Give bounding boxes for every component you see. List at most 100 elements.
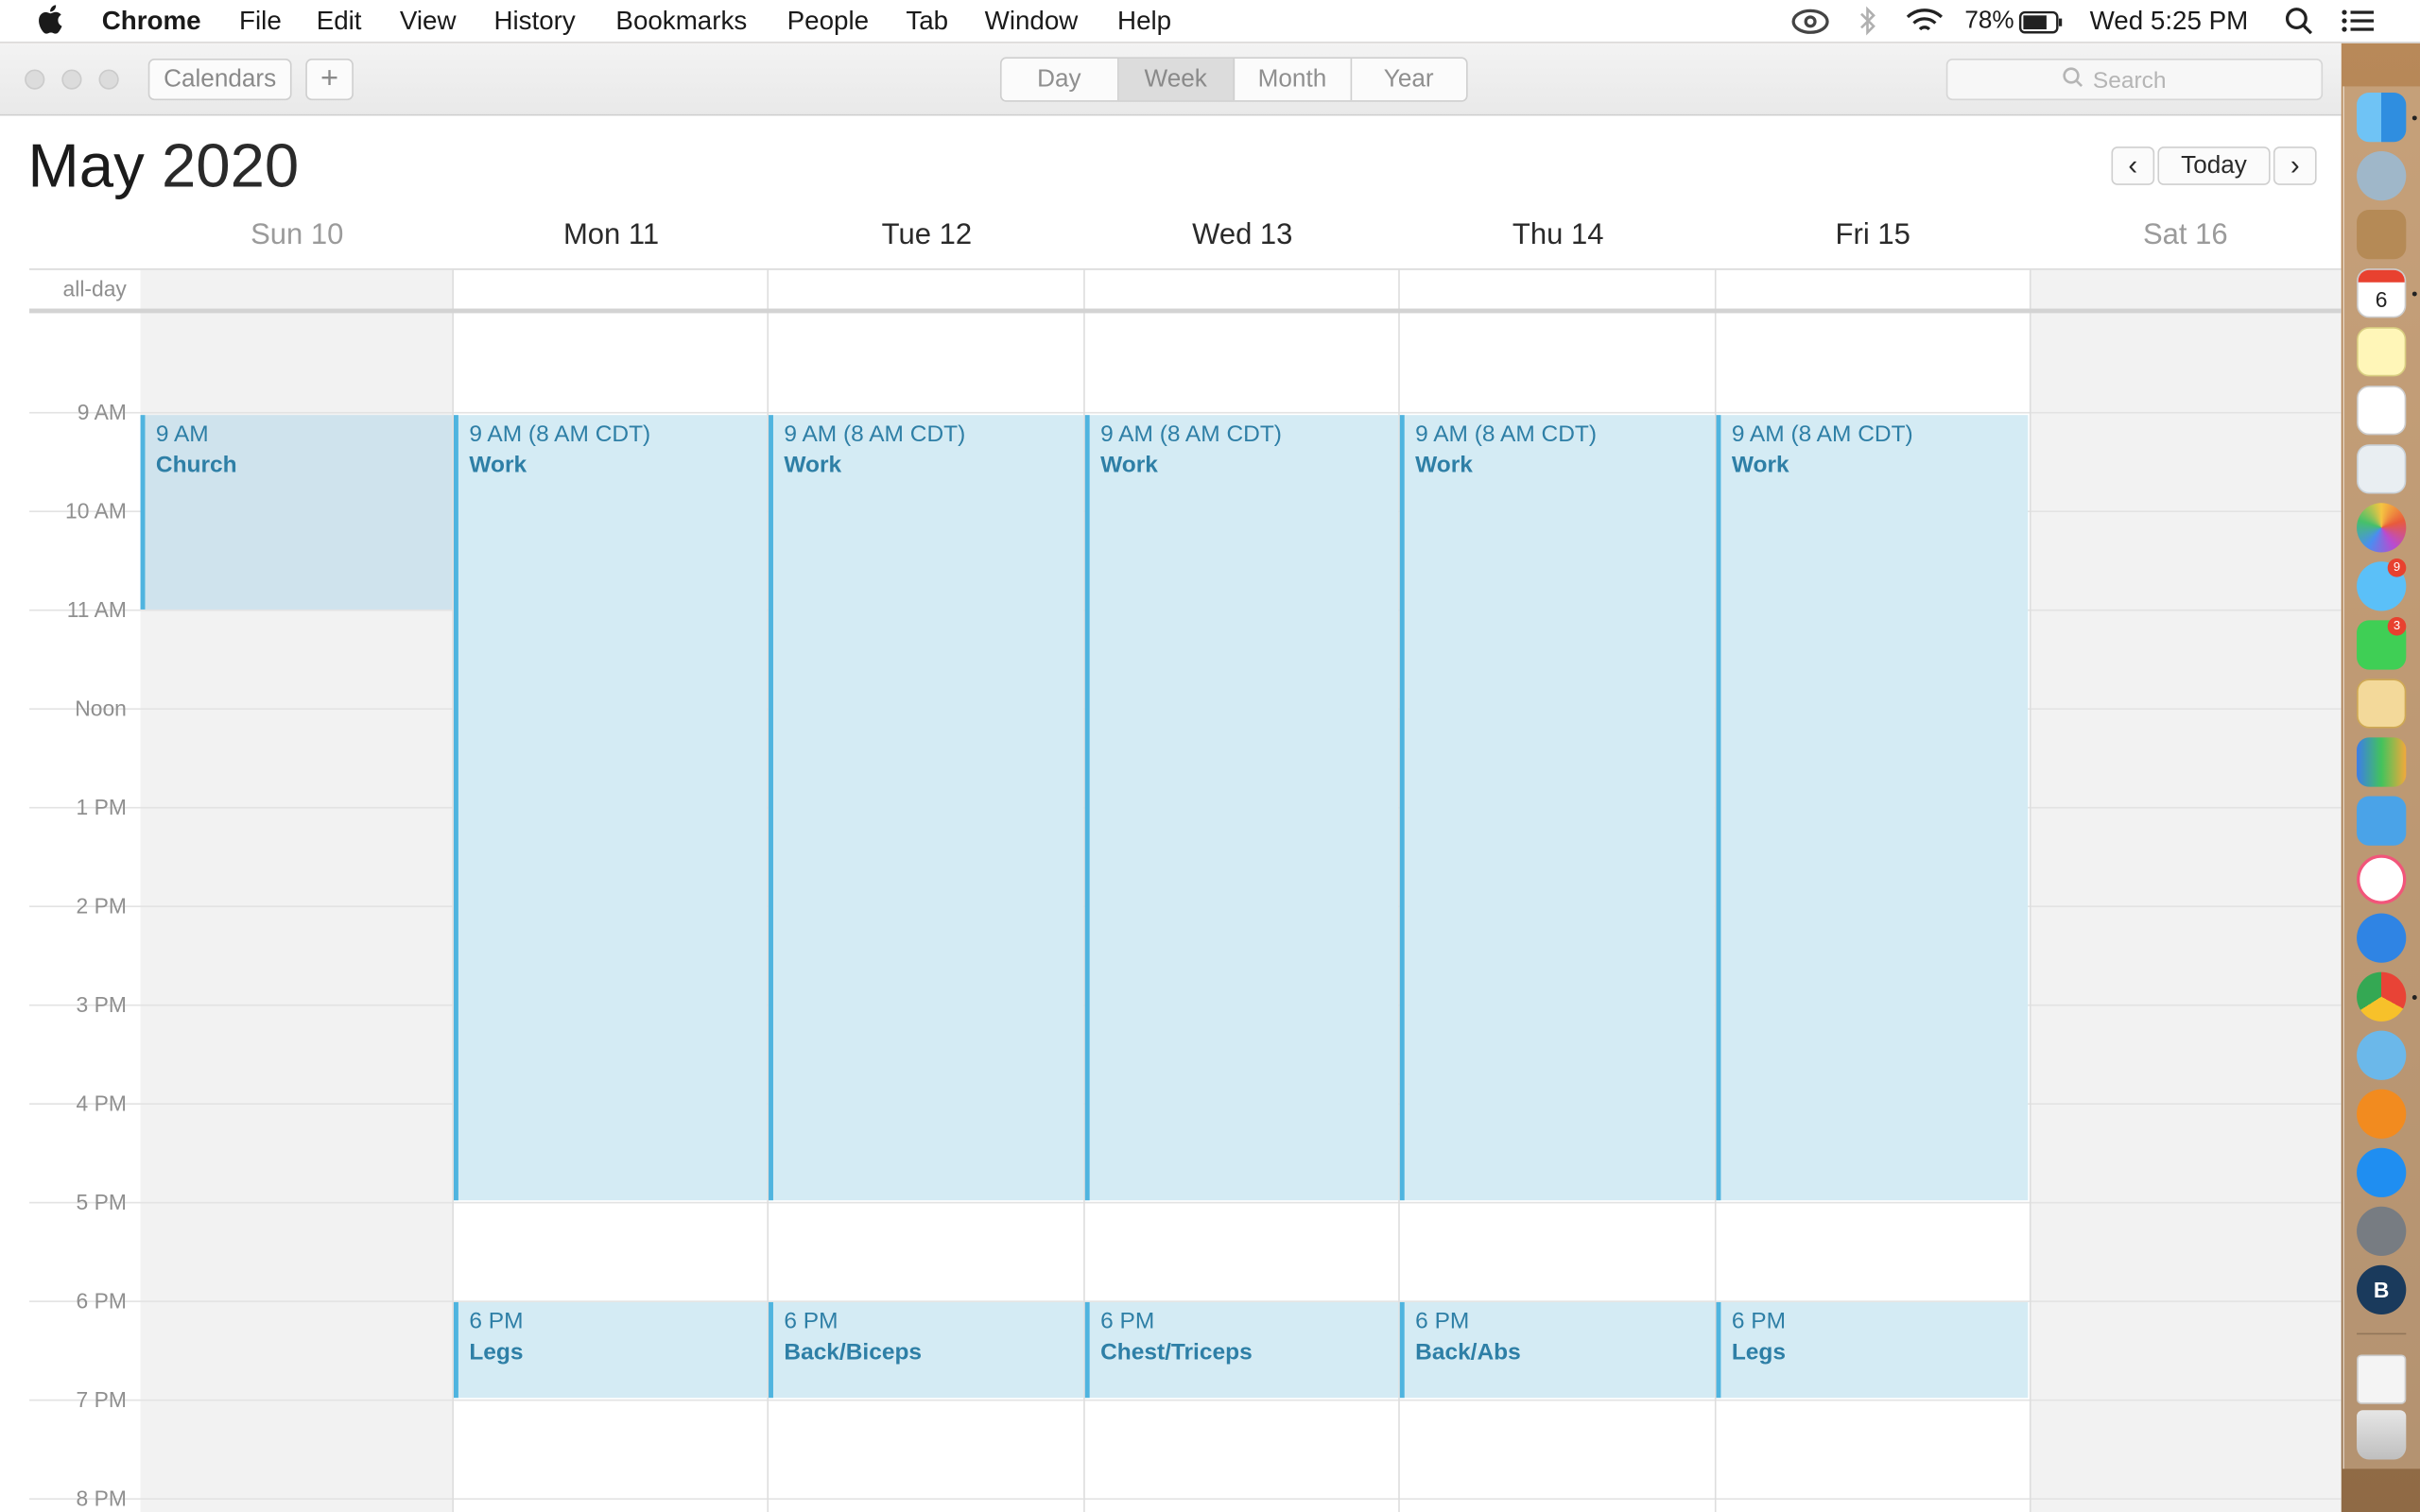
day-header-wed: Wed 13: [1192, 218, 1293, 252]
apple-menu-icon[interactable]: [37, 5, 63, 37]
safari-icon[interactable]: [2357, 913, 2407, 963]
menu-people[interactable]: People: [787, 5, 869, 37]
search-placeholder: Search: [2092, 67, 2167, 94]
battery-icon[interactable]: [2018, 9, 2066, 42]
all-day-divider: [452, 269, 454, 314]
event-time: 9 AM (8 AM CDT): [784, 421, 966, 448]
add-event-button[interactable]: +: [305, 59, 354, 101]
event-work-wed[interactable]: 9 AM (8 AM CDT) Work: [1084, 415, 1399, 1201]
all-day-divider: [1714, 269, 1717, 314]
event-work-tue[interactable]: 9 AM (8 AM CDT) Work: [769, 415, 1084, 1201]
itunes-icon[interactable]: [2357, 854, 2407, 904]
dock-divider: [2357, 1332, 2407, 1335]
notification-center-icon[interactable]: [2342, 8, 2376, 40]
spotlight-search-icon[interactable]: [2284, 7, 2313, 39]
launchpad-icon[interactable]: [2357, 150, 2407, 201]
keynote-icon[interactable]: [2357, 796, 2407, 846]
hour-label: 6 PM: [76, 1288, 127, 1314]
event-title: Work: [784, 452, 842, 479]
menu-window[interactable]: Window: [985, 5, 1079, 37]
app-store-icon[interactable]: [2357, 1147, 2407, 1197]
bluetooth-icon[interactable]: [1858, 6, 1877, 39]
search-field[interactable]: Search: [1945, 59, 2324, 101]
trash-icon[interactable]: [2357, 1410, 2407, 1460]
document-stack-icon[interactable]: [2357, 1354, 2407, 1404]
window-toolbar: Calendars + Day Week Month Year Search: [0, 43, 2342, 116]
wifi-icon[interactable]: [1905, 7, 1945, 39]
hour-line: [29, 1201, 2342, 1204]
hour-line: [29, 411, 2342, 414]
event-workout-tue[interactable]: 6 PM Back/Biceps: [769, 1301, 1084, 1399]
calendars-button[interactable]: Calendars: [147, 59, 292, 101]
event-title: Back/Biceps: [784, 1339, 923, 1366]
event-time: 9 AM (8 AM CDT): [1415, 421, 1598, 448]
tab-week[interactable]: Week: [1117, 59, 1236, 101]
menu-edit[interactable]: Edit: [317, 5, 362, 37]
hour-label: 11 AM: [66, 596, 127, 622]
event-workout-fri[interactable]: 6 PM Legs: [1716, 1301, 2029, 1399]
all-day-cell-sat[interactable]: [2029, 269, 2342, 314]
event-work-mon[interactable]: 9 AM (8 AM CDT) Work: [453, 415, 768, 1201]
facetime-badge: 3: [2387, 617, 2407, 636]
event-workout-thu[interactable]: 6 PM Back/Abs: [1399, 1301, 1715, 1399]
menu-file[interactable]: File: [239, 5, 282, 37]
event-title: Church: [155, 452, 237, 479]
menu-tab[interactable]: Tab: [906, 5, 948, 37]
zoom-window-button[interactable]: [98, 69, 119, 90]
event-title: Chest/Triceps: [1100, 1339, 1253, 1366]
chrome-icon[interactable]: [2357, 971, 2407, 1022]
finder-icon[interactable]: [2357, 92, 2407, 143]
hour-label: 8 PM: [76, 1486, 127, 1511]
calendar-window: Calendars + Day Week Month Year Search M…: [0, 43, 2342, 1512]
menu-view[interactable]: View: [400, 5, 457, 37]
menu-history[interactable]: History: [493, 5, 575, 37]
event-workout-wed[interactable]: 6 PM Chest/Triceps: [1084, 1301, 1399, 1399]
today-button[interactable]: Today: [2157, 146, 2271, 185]
menu-app-name[interactable]: Chrome: [102, 5, 201, 37]
hour-label: 9 AM: [77, 399, 127, 424]
menu-clock[interactable]: Wed 5:25 PM: [2090, 5, 2249, 37]
event-work-thu[interactable]: 9 AM (8 AM CDT) Work: [1399, 415, 1715, 1201]
tab-year[interactable]: Year: [1351, 59, 1466, 100]
all-day-cell-sun[interactable]: [140, 269, 454, 314]
preview-icon[interactable]: [2357, 444, 2407, 494]
event-title: Legs: [469, 1339, 524, 1366]
notes-icon[interactable]: [2357, 327, 2407, 377]
running-indicator: [2411, 995, 2417, 1000]
title-year: 2020: [161, 132, 300, 201]
calendar-app-icon[interactable]: 6: [2357, 268, 2407, 318]
photos-icon[interactable]: [2357, 503, 2407, 553]
reminders-icon[interactable]: [2357, 386, 2407, 436]
creative-cloud-icon[interactable]: [1790, 7, 1830, 39]
minimize-window-button[interactable]: [61, 69, 82, 90]
hour-label: 5 PM: [76, 1189, 127, 1214]
hour-label: 1 PM: [76, 794, 127, 819]
next-week-button[interactable]: ›: [2273, 146, 2317, 185]
numbers-icon[interactable]: [2357, 737, 2407, 787]
event-workout-mon[interactable]: 6 PM Legs: [453, 1301, 768, 1399]
app-b-icon[interactable]: B: [2357, 1264, 2407, 1315]
weekend-column-sat: [2029, 313, 2342, 1512]
event-work-fri[interactable]: 9 AM (8 AM CDT) Work: [1716, 415, 2029, 1201]
battery-percent: 78%: [1964, 8, 2014, 34]
menu-bookmarks[interactable]: Bookmarks: [615, 5, 747, 37]
page-title: May 2020: [27, 132, 299, 201]
hour-line: [29, 1498, 2342, 1500]
network-globe-icon[interactable]: [2357, 1030, 2407, 1080]
day-header-mon: Mon 11: [562, 218, 660, 252]
previous-week-button[interactable]: ‹: [2111, 146, 2155, 185]
day-header-sat: Sat 16: [2142, 218, 2228, 252]
contacts-icon[interactable]: [2357, 210, 2407, 260]
system-preferences-icon[interactable]: [2357, 1206, 2407, 1256]
week-time-grid[interactable]: 9 AM 10 AM 11 AM Noon 1 PM 2 PM 3 PM 4 P…: [0, 313, 2342, 1512]
tab-day[interactable]: Day: [1002, 59, 1118, 101]
event-church[interactable]: 9 AM Church: [140, 415, 453, 610]
hour-label: 7 PM: [76, 1386, 127, 1412]
all-day-divider: [1083, 269, 1085, 314]
ibooks-icon[interactable]: [2357, 1089, 2407, 1139]
event-title: Work: [1731, 452, 1789, 479]
menu-help[interactable]: Help: [1117, 5, 1171, 37]
tab-month[interactable]: Month: [1235, 59, 1352, 101]
close-window-button[interactable]: [25, 69, 45, 90]
pages-icon[interactable]: [2357, 679, 2407, 729]
